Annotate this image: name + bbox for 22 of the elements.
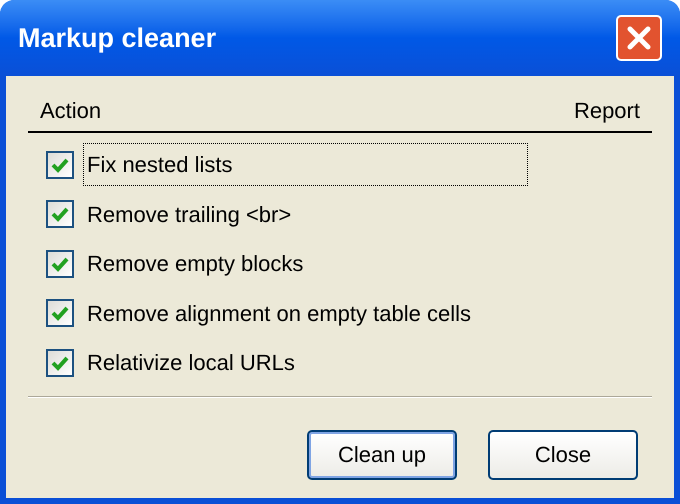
check-icon xyxy=(51,256,69,272)
option-label: Remove alignment on empty table cells xyxy=(86,300,472,328)
checkbox[interactable] xyxy=(46,250,74,278)
check-icon xyxy=(51,206,69,222)
column-header: Action xyxy=(40,97,102,125)
close-icon xyxy=(626,25,652,51)
dialog-button[interactable]: Close xyxy=(488,430,638,480)
option-label: Relativize local URLs xyxy=(86,349,296,378)
window-title: Markup cleaner xyxy=(18,22,216,55)
option-label: Fix nested lists xyxy=(83,143,528,186)
dialog-button[interactable]: Clean up xyxy=(307,430,457,480)
check-icon xyxy=(51,156,69,173)
checkbox[interactable] xyxy=(46,299,74,328)
check-icon xyxy=(51,354,69,371)
option-label: Remove trailing <br> xyxy=(86,200,292,229)
close-button[interactable] xyxy=(616,15,662,61)
checkbox[interactable] xyxy=(46,150,74,179)
column-header: Report xyxy=(574,97,640,125)
checkbox[interactable] xyxy=(46,200,74,228)
check-icon xyxy=(51,305,69,322)
option-label: Remove empty blocks xyxy=(86,250,304,278)
checkbox[interactable] xyxy=(46,348,74,377)
